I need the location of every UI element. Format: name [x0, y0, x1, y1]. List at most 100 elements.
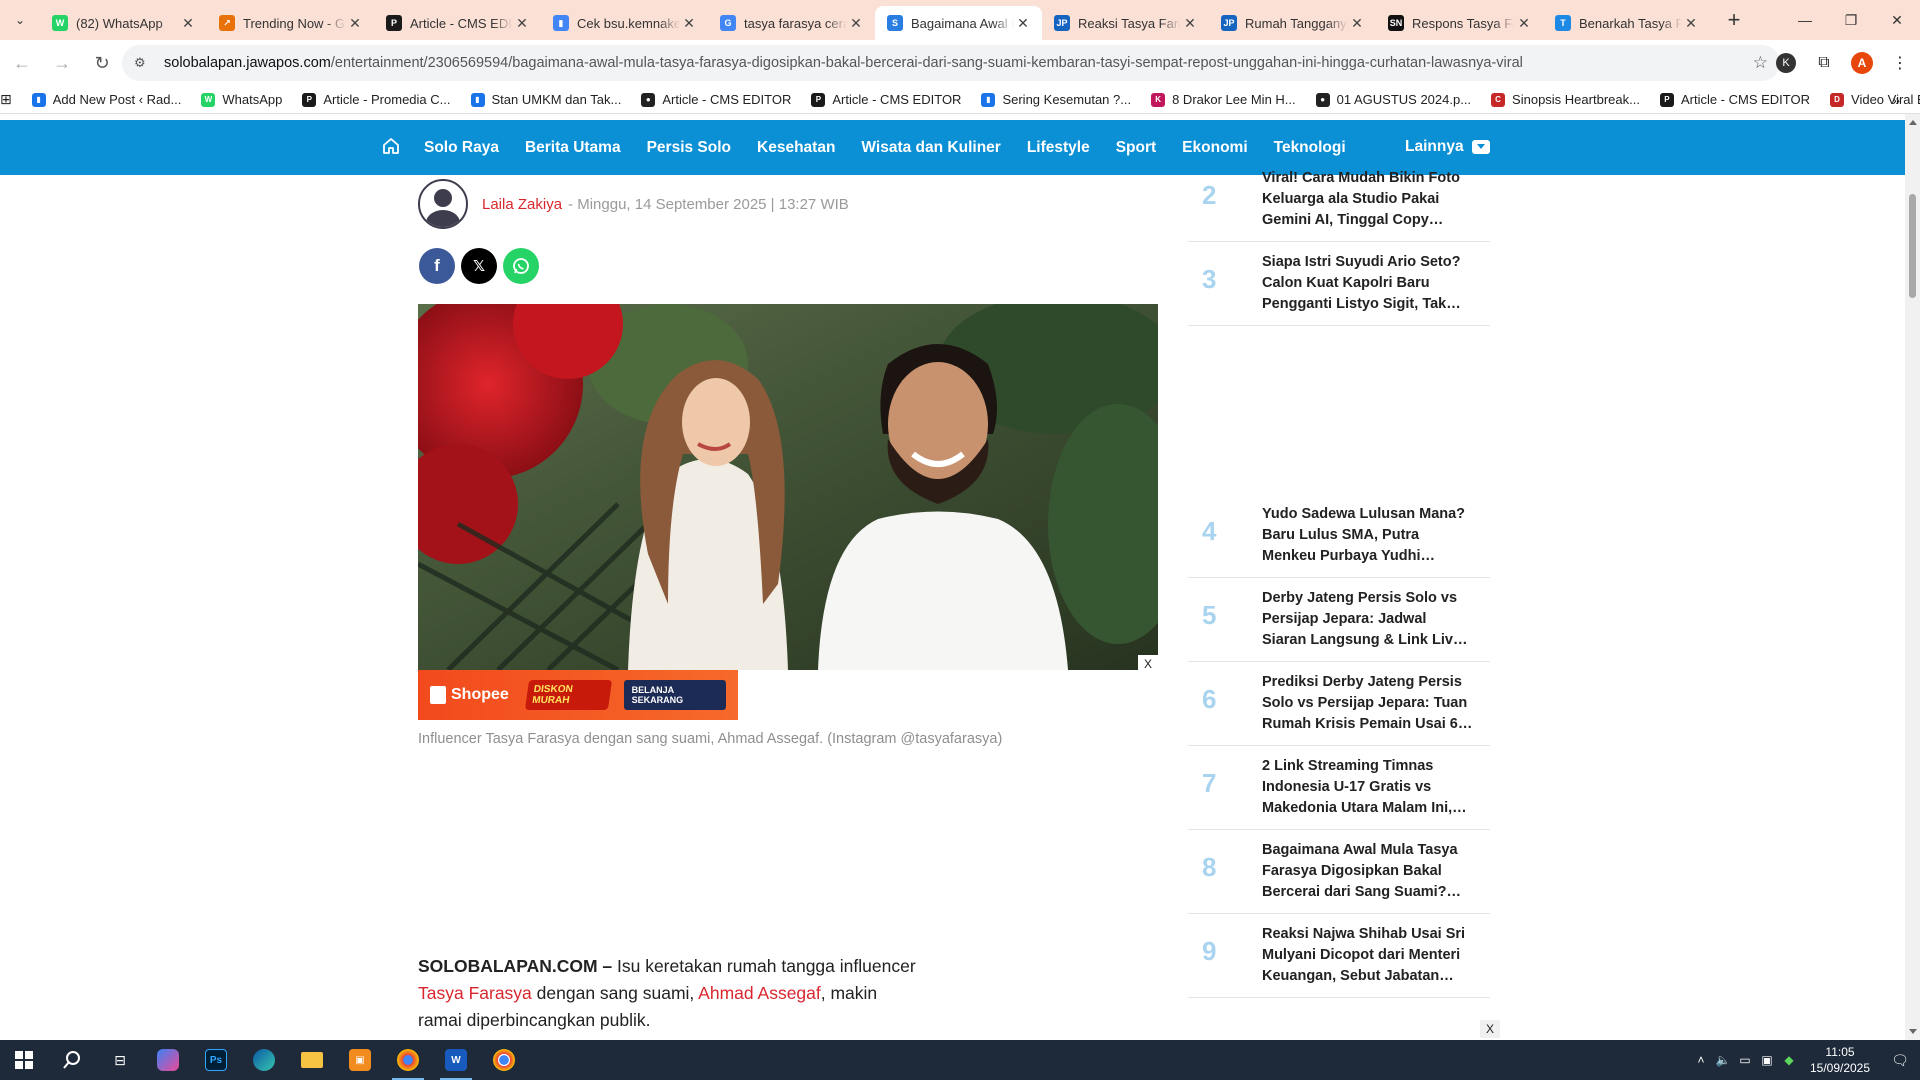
bookmark-item[interactable]: ● Article - CMS EDITOR — [641, 92, 791, 107]
browser-tab[interactable]: W (82) WhatsApp ✕ — [40, 6, 207, 40]
extensions-puzzle-icon[interactable]: ⧉ — [1806, 45, 1842, 81]
tab-close-icon[interactable]: ✕ — [1515, 14, 1533, 32]
bookmark-item[interactable]: ● 01 AGUSTUS 2024.p... — [1315, 92, 1471, 107]
bookmark-item[interactable]: ▮ Stan UMKM dan Tak... — [470, 92, 621, 107]
tab-close-icon[interactable]: ✕ — [680, 14, 698, 32]
scroll-up-icon[interactable] — [1909, 120, 1917, 125]
tab-close-icon[interactable]: ✕ — [847, 14, 865, 32]
tab-close-icon[interactable]: ✕ — [179, 14, 197, 32]
bookmark-item[interactable]: P Article - CMS EDITOR — [1659, 92, 1810, 107]
bookmark-item[interactable]: W WhatsApp — [201, 92, 282, 107]
extension-k[interactable]: K — [1768, 45, 1804, 81]
minimize-icon[interactable]: — — [1782, 0, 1828, 40]
nav-item[interactable]: Wisata dan Kuliner — [861, 139, 1000, 157]
task-view-icon[interactable]: ⊟ — [96, 1040, 144, 1080]
scroll-down-icon[interactable] — [1909, 1029, 1917, 1034]
bookmark-star-icon[interactable]: ☆ — [1753, 53, 1768, 73]
address-bar[interactable]: ⚙ solobalapan.jawapos.com /entertainment… — [122, 45, 1780, 81]
ad-close-button[interactable]: X — [1138, 655, 1158, 673]
copilot-icon[interactable] — [144, 1040, 192, 1080]
nav-item[interactable]: Ekonomi — [1182, 139, 1247, 157]
app-orange-icon[interactable]: ▣ — [336, 1040, 384, 1080]
bookmark-item[interactable]: ▮ Sering Kesemutan ?... — [981, 92, 1131, 107]
nav-item[interactable]: Persis Solo — [647, 139, 731, 157]
scroll-thumb[interactable] — [1909, 194, 1916, 298]
nav-item[interactable]: Sport — [1116, 139, 1156, 157]
popular-article-item[interactable]: 5 Derby Jateng Persis Solo vs Persijap Je… — [1188, 578, 1490, 662]
popular-article-item[interactable]: 4 Yudo Sadewa Lulusan Mana? Baru Lulus SM… — [1188, 494, 1490, 578]
popular-article-title[interactable]: 2 Link Streaming Timnas Indonesia U-17 G… — [1262, 756, 1474, 819]
facebook-share-icon[interactable]: f — [419, 248, 455, 284]
site-info-icon[interactable]: ⚙ — [134, 55, 154, 71]
security-shield-icon[interactable]: ◆ — [1778, 1053, 1800, 1067]
nav-item[interactable]: Kesehatan — [757, 139, 835, 157]
popular-article-title[interactable]: Reaksi Najwa Shihab Usai Sri Mulyani Dic… — [1262, 924, 1474, 987]
tab-search-chevron-icon[interactable]: ⌄ — [0, 0, 40, 40]
author-link[interactable]: Laila Zakiya — [482, 196, 562, 213]
profile-button[interactable]: A — [1844, 45, 1880, 81]
sidebar-ad-close-button[interactable]: X — [1480, 1020, 1500, 1038]
bookmark-item[interactable]: K 8 Drakor Lee Min H... — [1151, 92, 1296, 107]
tab-close-icon[interactable]: ✕ — [1682, 14, 1700, 32]
browser-tab[interactable]: JP Reaksi Tasya Farasya✕ — [1042, 6, 1209, 40]
bookmark-item[interactable]: C Sinopsis Heartbreak... — [1491, 92, 1640, 107]
browser-tab[interactable]: ▮ Cek bsu.kemnaker.go.id✕ — [541, 6, 708, 40]
new-tab-button[interactable]: + — [1716, 2, 1752, 38]
popular-article-item[interactable]: 9 Reaksi Najwa Shihab Usai Sri Mulyani Di… — [1188, 914, 1490, 998]
browser-tab[interactable]: JP Rumah Tangganya ✕ — [1209, 6, 1376, 40]
edge-icon[interactable] — [240, 1040, 288, 1080]
popular-article-item[interactable]: 7 2 Link Streaming Timnas Indonesia U-17 … — [1188, 746, 1490, 830]
popular-article-item[interactable]: 2 Viral! Cara Mudah Bikin Foto Keluarga a… — [1188, 158, 1490, 242]
chrome-profile-icon[interactable] — [384, 1040, 432, 1080]
bookmark-item[interactable]: P Article - CMS EDITOR — [811, 92, 961, 107]
chrome-icon[interactable] — [480, 1040, 528, 1080]
popular-article-title[interactable]: Yudo Sadewa Lulusan Mana? Baru Lulus SMA… — [1262, 504, 1474, 567]
nav-item[interactable]: Solo Raya — [424, 139, 499, 157]
popular-article-title[interactable]: Prediksi Derby Jateng Persis Solo vs Per… — [1262, 672, 1474, 735]
photoshop-icon[interactable]: Ps — [192, 1040, 240, 1080]
search-icon[interactable] — [48, 1040, 96, 1080]
browser-tab[interactable]: P Article - CMS EDITOR✕ — [374, 6, 541, 40]
back-icon[interactable]: ← — [4, 45, 40, 81]
nav-item[interactable]: Teknologi — [1274, 139, 1346, 157]
display-icon[interactable]: ▣ — [1756, 1053, 1778, 1067]
popular-article-title[interactable]: Siapa Istri Suyudi Ario Seto? Calon Kuat… — [1262, 252, 1474, 315]
volume-icon[interactable]: 🔈 — [1712, 1053, 1734, 1067]
close-window-icon[interactable]: ✕ — [1874, 0, 1920, 40]
tray-overflow-icon[interactable]: ˄ — [1690, 1053, 1712, 1067]
browser-tab[interactable]: T Benarkah Tasya Farasya✕ — [1543, 6, 1710, 40]
popular-article-item[interactable]: 8 Bagaimana Awal Mula Tasya Farasya Digos… — [1188, 830, 1490, 914]
tab-close-icon[interactable]: ✕ — [1014, 14, 1032, 32]
bookmark-item[interactable]: P Article - Promedia C... — [302, 92, 451, 107]
apps-grid-icon[interactable]: ⊞ — [0, 91, 12, 108]
keyword-link-ahmad[interactable]: Ahmad Assegaf — [698, 983, 821, 1003]
tab-close-icon[interactable]: ✕ — [1181, 14, 1199, 32]
popular-article-title[interactable]: Viral! Cara Mudah Bikin Foto Keluarga al… — [1262, 168, 1474, 231]
x-share-icon[interactable]: 𝕏 — [461, 248, 497, 284]
tab-close-icon[interactable]: ✕ — [513, 14, 531, 32]
browser-tab[interactable]: ↗ Trending Now - Google Trends✕ — [207, 6, 374, 40]
browser-tab[interactable]: SN Respons Tasya Farasya✕ — [1376, 6, 1543, 40]
notifications-icon[interactable]: 🗨 — [1880, 1052, 1920, 1069]
whatsapp-share-icon[interactable] — [503, 248, 539, 284]
clock[interactable]: 11:05 15/09/2025 — [1800, 1044, 1880, 1076]
nav-item[interactable]: Lifestyle — [1027, 139, 1090, 157]
nav-item[interactable]: Berita Utama — [525, 139, 621, 157]
shopee-ad-banner[interactable]: Shopee DISKON MURAH BELANJA SEKARANG — [418, 670, 738, 720]
word-icon[interactable]: W — [432, 1040, 480, 1080]
start-button[interactable] — [0, 1040, 48, 1080]
tab-close-icon[interactable]: ✕ — [1348, 14, 1366, 32]
file-explorer-icon[interactable] — [288, 1040, 336, 1080]
home-icon[interactable] — [381, 136, 401, 156]
ad-cta-button[interactable]: BELANJA SEKARANG — [623, 680, 726, 710]
bookmark-item[interactable]: ▮ Add New Post ‹ Rad... — [31, 92, 181, 107]
bookmarks-overflow-icon[interactable]: » — [1892, 92, 1900, 108]
browser-menu-icon[interactable]: ⋮ — [1882, 45, 1918, 81]
popular-article-title[interactable]: Derby Jateng Persis Solo vs Persijap Jep… — [1262, 588, 1474, 651]
bookmark-item[interactable]: D Video Viral Erin Bug... — [1830, 92, 1920, 107]
keyword-link-tasya[interactable]: Tasya Farasya — [418, 983, 532, 1003]
browser-tab[interactable]: Gtasya farasya cerai - Google✕ — [708, 6, 875, 40]
browser-tab[interactable]: S Bagaimana Awal Mula✕ — [875, 6, 1042, 40]
popular-article-item[interactable]: 6 Prediksi Derby Jateng Persis Solo vs Pe… — [1188, 662, 1490, 746]
restore-icon[interactable]: ❐ — [1828, 0, 1874, 40]
